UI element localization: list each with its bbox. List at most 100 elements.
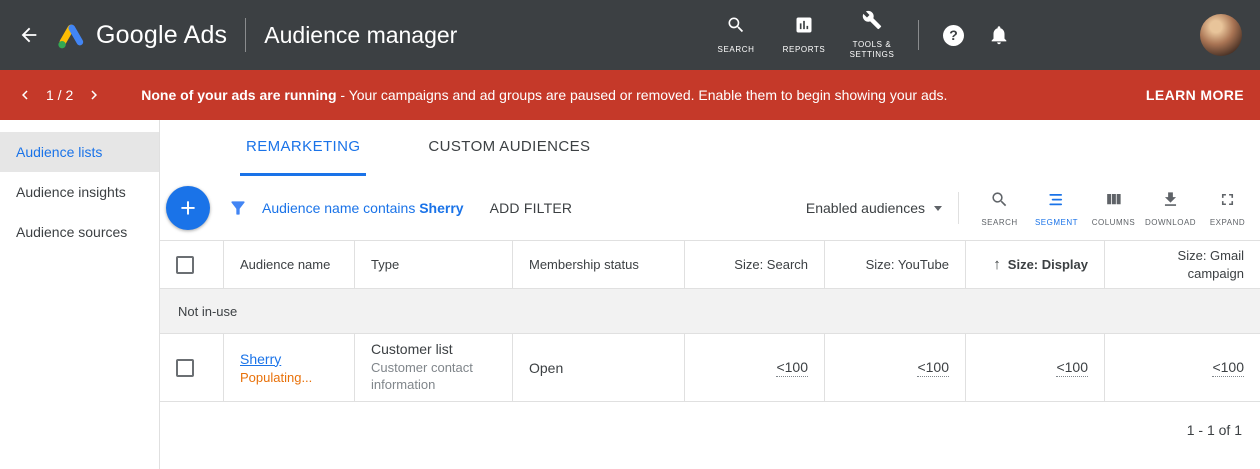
tool-label: EXPAND <box>1210 218 1245 227</box>
nav-tools-settings[interactable]: TOOLS & SETTINGS <box>843 10 901 61</box>
type-value: Customer list <box>371 341 453 357</box>
column-label: Type <box>371 257 399 272</box>
expand-icon <box>1218 190 1237 214</box>
page-title: Audience manager <box>264 22 457 49</box>
select-all-checkbox[interactable] <box>176 256 194 274</box>
size-youtube-cell: <100 <box>825 334 966 401</box>
column-label: Audience name <box>240 257 330 272</box>
type-cell: Customer list Customer contact informati… <box>355 334 513 401</box>
tab-custom-audiences[interactable]: CUSTOM AUDIENCES <box>422 120 596 176</box>
sort-ascending-icon: ↑ <box>993 256 1001 273</box>
wrench-icon <box>862 10 882 35</box>
filter-prefix: Audience name contains <box>262 200 415 216</box>
search-icon <box>990 190 1009 214</box>
audience-name-link[interactable]: Sherry <box>240 351 281 367</box>
table-footer: 1 - 1 of 1 <box>160 402 1260 468</box>
nav-tools-settings-label: TOOLS & SETTINGS <box>843 40 901 61</box>
size-gmail-cell: <100 <box>1105 334 1260 401</box>
topbar: Google Ads Audience manager SEARCH REPOR… <box>0 0 1260 70</box>
banner-message-rest: - Your campaigns and ad groups are pause… <box>337 87 948 103</box>
col-type[interactable]: Type <box>355 241 513 288</box>
size-display-value: <100 <box>1056 359 1088 377</box>
columns-tool-button[interactable]: COLUMNS <box>1085 190 1142 227</box>
row-checkbox[interactable] <box>176 359 194 377</box>
search-tool-button[interactable]: SEARCH <box>971 190 1028 227</box>
col-membership-status[interactable]: Membership status <box>513 241 685 288</box>
sidebar-item-label: Audience lists <box>16 144 102 160</box>
column-label: Size: Display <box>1008 257 1088 272</box>
active-filter-chip[interactable]: Audience name contains Sherry <box>262 200 464 216</box>
segment-tool-button[interactable]: SEGMENT <box>1028 190 1085 227</box>
col-audience-name[interactable]: Audience name <box>224 241 355 288</box>
banner-next-icon[interactable] <box>85 86 103 104</box>
sidebar-item-audience-lists[interactable]: Audience lists <box>0 132 159 172</box>
audience-name-cell: Sherry Populating... <box>224 334 355 401</box>
download-icon <box>1161 190 1180 214</box>
sidebar-item-audience-sources[interactable]: Audience sources <box>0 212 159 252</box>
tab-remarketing[interactable]: REMARKETING <box>240 120 366 176</box>
add-filter-button[interactable]: ADD FILTER <box>490 200 573 216</box>
plus-icon: + <box>180 193 196 224</box>
chevron-down-icon <box>934 206 942 211</box>
tool-label: DOWNLOAD <box>1145 218 1196 227</box>
avatar[interactable] <box>1200 14 1242 56</box>
col-size-search[interactable]: Size: Search <box>685 241 825 288</box>
expand-tool-button[interactable]: EXPAND <box>1199 190 1256 227</box>
table-row: Sherry Populating... Customer list Custo… <box>160 334 1260 402</box>
tool-label: COLUMNS <box>1092 218 1136 227</box>
membership-status-value: Open <box>529 360 563 376</box>
search-icon <box>726 15 746 40</box>
help-icon[interactable]: ? <box>943 25 964 46</box>
tool-label: SEGMENT <box>1035 218 1078 227</box>
tab-label: CUSTOM AUDIENCES <box>428 138 590 155</box>
learn-more-button[interactable]: LEARN MORE <box>1146 87 1244 103</box>
size-display-cell: <100 <box>966 334 1105 401</box>
size-search-value: <100 <box>776 359 808 377</box>
toolbar-divider <box>958 192 959 224</box>
group-row-not-in-use: Not in-use <box>160 289 1260 334</box>
filter-value: Sherry <box>419 200 463 216</box>
table-header-row: Audience name Type Membership status Siz… <box>160 240 1260 289</box>
sidebar-item-label: Audience sources <box>16 224 127 240</box>
sidebar: Audience lists Audience insights Audienc… <box>0 120 160 469</box>
sidebar-item-label: Audience insights <box>16 184 126 200</box>
add-audience-button[interactable]: + <box>166 186 210 230</box>
nav-search[interactable]: SEARCH <box>707 15 765 55</box>
size-youtube-value: <100 <box>917 359 949 377</box>
enabled-audiences-dropdown[interactable]: Enabled audiences <box>806 200 942 216</box>
column-label: Membership status <box>529 257 639 272</box>
column-label: Size: YouTube <box>866 257 949 272</box>
col-size-youtube[interactable]: Size: YouTube <box>825 241 966 288</box>
col-size-gmail-campaign[interactable]: Size: Gmail campaign <box>1105 241 1260 288</box>
back-arrow-icon[interactable] <box>18 24 40 46</box>
notification-banner: 1 / 2 None of your ads are running - You… <box>0 70 1260 120</box>
tab-label: REMARKETING <box>246 138 360 155</box>
dropdown-label: Enabled audiences <box>806 200 925 216</box>
download-tool-button[interactable]: DOWNLOAD <box>1142 190 1199 227</box>
main-content: REMARKETING CUSTOM AUDIENCES + Audience … <box>160 120 1260 469</box>
google-ads-logo-icon <box>56 21 88 49</box>
topbar-divider-2 <box>918 20 919 50</box>
brand-name: Google Ads <box>96 21 227 50</box>
col-size-display[interactable]: ↑ Size: Display <box>966 241 1105 288</box>
size-search-cell: <100 <box>685 334 825 401</box>
sidebar-item-audience-insights[interactable]: Audience insights <box>0 172 159 212</box>
column-label: Size: Gmail campaign <box>1151 247 1244 282</box>
tool-label: SEARCH <box>981 218 1017 227</box>
pagination-label: 1 - 1 of 1 <box>1187 422 1242 468</box>
type-detail: Customer contact information <box>371 360 496 394</box>
populating-status: Populating... <box>240 370 312 385</box>
nav-search-label: SEARCH <box>707 45 765 55</box>
banner-prev-icon[interactable] <box>16 86 34 104</box>
bar-chart-icon <box>794 15 814 40</box>
topbar-divider <box>245 18 246 52</box>
filter-funnel-icon[interactable] <box>228 198 248 218</box>
nav-reports[interactable]: REPORTS <box>775 15 833 55</box>
toolbar: + Audience name contains Sherry ADD FILT… <box>160 176 1260 240</box>
notifications-bell-icon[interactable] <box>988 24 1010 46</box>
banner-message-bold: None of your ads are running <box>141 87 336 103</box>
banner-message: None of your ads are running - Your camp… <box>141 87 947 103</box>
size-gmail-value: <100 <box>1212 359 1244 377</box>
nav-reports-label: REPORTS <box>775 45 833 55</box>
columns-icon <box>1104 190 1123 214</box>
